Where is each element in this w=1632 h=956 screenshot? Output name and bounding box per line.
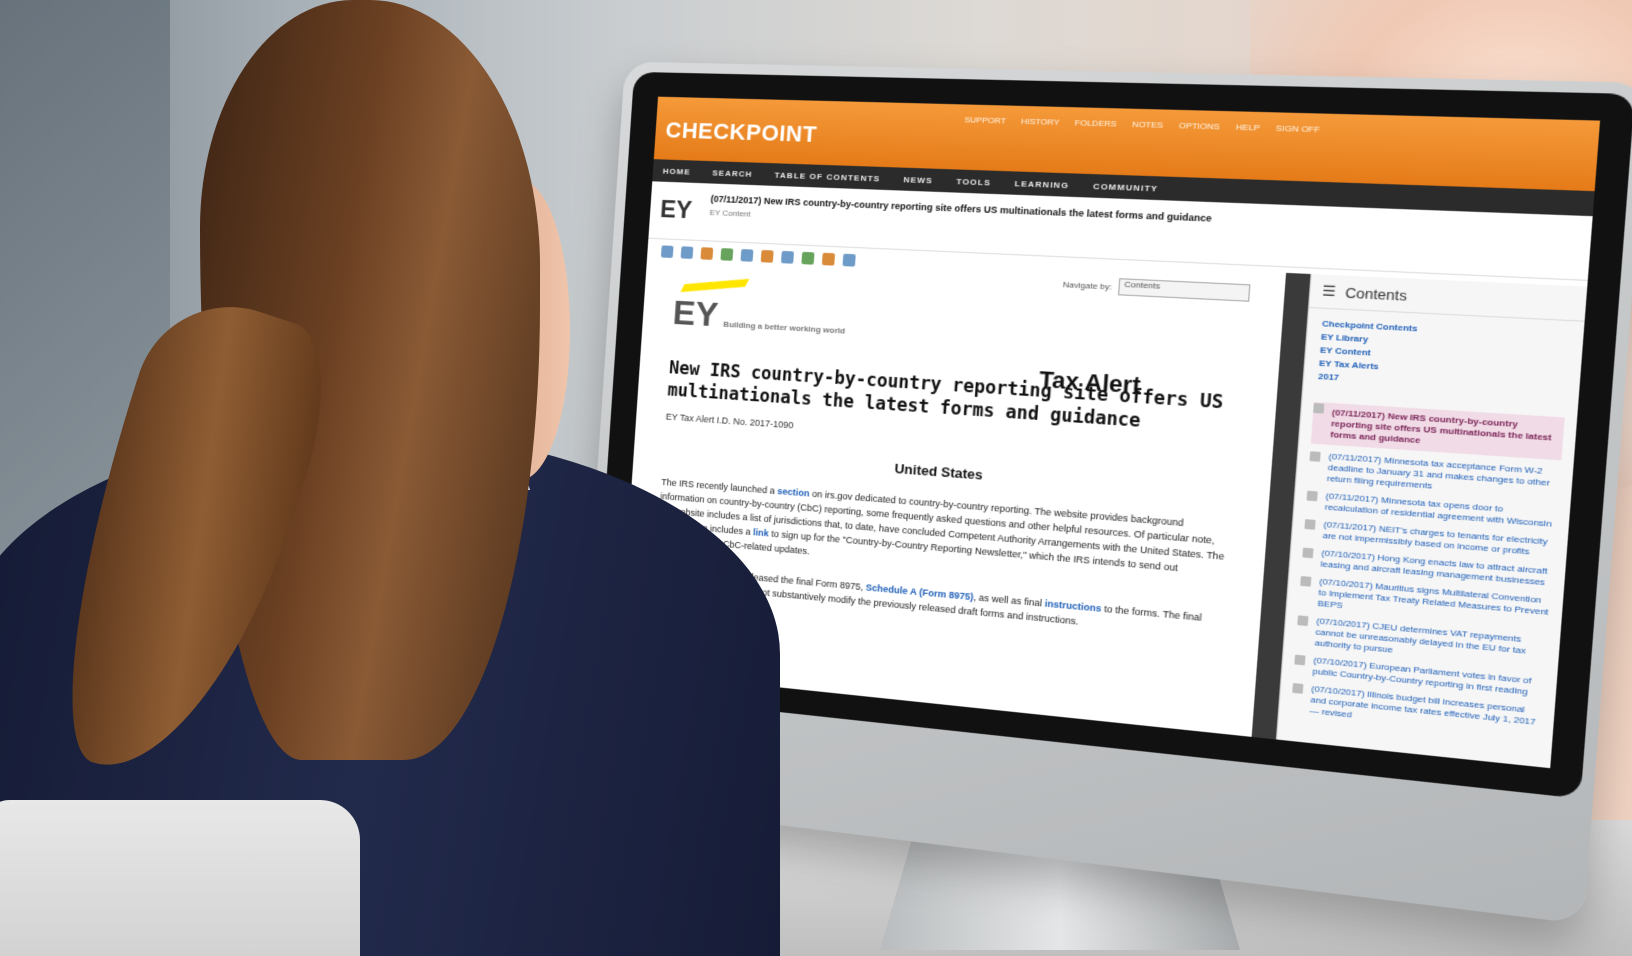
section-link[interactable]: section [777,486,810,499]
top-link-help[interactable]: HELP [1235,122,1260,132]
contents-panel: ☰ Contents Checkpoint Contents EY Librar… [1275,273,1588,769]
ey-logo-small: EY [659,195,693,225]
save-icon[interactable] [720,248,734,261]
ey-logo-bar [680,278,750,292]
newsletter-link[interactable]: link [753,527,769,539]
print-icon[interactable] [660,245,674,259]
nav-learning[interactable]: LEARNING [1014,178,1069,189]
top-link-sign-off[interactable]: SIGN OFF [1276,123,1321,134]
search-icon[interactable] [821,252,836,266]
alert-list: (07/11/2017) New IRS country-by-country … [1278,390,1578,752]
ey-tagline: Building a better working world [723,319,846,336]
photo-scene: CHECKPOINT SUPPORT HISTORY FOLDERS NOTES… [0,0,1632,956]
note-icon[interactable] [780,250,795,264]
checkpoint-logo[interactable]: CHECKPOINT [665,117,818,148]
top-link-notes[interactable]: NOTES [1132,119,1164,130]
top-links: SUPPORT HISTORY FOLDERS NOTES OPTIONS HE… [964,115,1320,134]
copy-icon[interactable] [740,249,754,262]
expand-icon[interactable] [801,251,815,265]
top-link-history[interactable]: HISTORY [1021,116,1060,127]
email-icon[interactable] [700,247,714,260]
folder-icon[interactable] [760,249,774,263]
top-link-support[interactable]: SUPPORT [964,115,1006,126]
nav-tools[interactable]: TOOLS [956,176,991,187]
top-link-folders[interactable]: FOLDERS [1074,118,1116,129]
nav-news[interactable]: NEWS [903,174,933,184]
nav-table-of-contents[interactable]: TABLE OF CONTENTS [774,170,880,183]
export-icon[interactable] [680,246,694,259]
nav-search[interactable]: SEARCH [712,168,753,179]
nav-community[interactable]: COMMUNITY [1093,181,1159,193]
chair [0,800,360,956]
instructions-link[interactable]: instructions [1044,598,1101,614]
contents-title: Contents [1344,283,1408,304]
list-item-active[interactable]: (07/11/2017) New IRS country-by-country … [1310,401,1565,461]
para2-text-b: , as well as final [973,591,1046,609]
navigate-label: Navigate by: [1062,279,1113,292]
nav-home[interactable]: HOME [663,166,691,176]
ey-logo: EY Building a better working world [672,278,1248,366]
article-headline: New IRS country-by-country reporting sit… [666,358,1225,433]
history-icon[interactable] [842,253,856,267]
list-icon: ☰ [1321,282,1337,300]
top-link-options[interactable]: OPTIONS [1179,121,1221,132]
document-source: EY Content [709,207,751,219]
